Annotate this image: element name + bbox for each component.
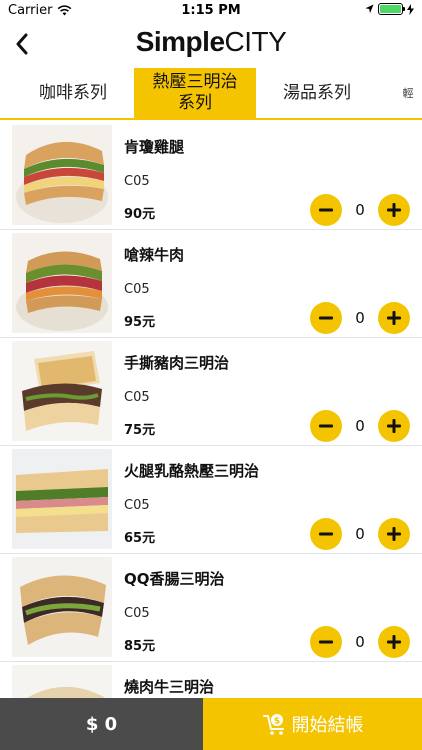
- checkout-label: 開始結帳: [291, 715, 364, 736]
- title-bold: Simple: [135, 26, 225, 57]
- quantity-value: 0: [355, 201, 365, 219]
- quantity-stepper: 0: [310, 194, 410, 226]
- minus-icon: [319, 424, 333, 428]
- location-arrow-icon: [365, 4, 374, 14]
- minus-button[interactable]: [310, 302, 342, 334]
- product-row[interactable]: 嗆辣牛肉 C05 95元 0: [0, 230, 422, 338]
- quantity-stepper: 0: [310, 302, 410, 334]
- status-right: [365, 3, 414, 15]
- minus-button[interactable]: [310, 626, 342, 658]
- plus-icon: [387, 527, 401, 541]
- cart-dollar-icon: $: [262, 714, 284, 735]
- app-logo-title: SimpleCITY: [0, 26, 422, 58]
- product-price: 85元: [124, 639, 156, 654]
- product-code: C05: [124, 498, 150, 513]
- charging-bolt-icon: [407, 3, 414, 15]
- product-list: 肯瓊雞腿 C05 90元 0 嗆辣牛肉 C05 95元 0 手撕豬肉三明治 C0…: [0, 122, 422, 698]
- product-price: 90元: [124, 207, 156, 222]
- tab-partial[interactable]: 輕: [398, 68, 418, 118]
- product-price: 65元: [124, 531, 156, 546]
- quantity-stepper: 0: [310, 410, 410, 442]
- plus-button[interactable]: [378, 626, 410, 658]
- plus-button[interactable]: [378, 194, 410, 226]
- product-code: C05: [124, 606, 150, 621]
- product-image: [12, 233, 112, 333]
- product-name: 手撕豬肉三明治: [124, 354, 230, 372]
- minus-button[interactable]: [310, 194, 342, 226]
- tab-label: 咖啡系列: [39, 82, 107, 103]
- svg-text:$: $: [273, 717, 279, 727]
- checkout-button[interactable]: $ 開始結帳: [203, 698, 422, 750]
- minus-icon: [319, 640, 333, 644]
- product-image: [12, 125, 112, 225]
- status-time: 1:15 PM: [181, 3, 241, 18]
- tab-pressed-sandwich[interactable]: 熱壓三明治 系列: [134, 68, 256, 118]
- nav-bar: SimpleCITY: [0, 22, 422, 66]
- tab-label: 熱壓三明治 系列: [152, 72, 238, 113]
- minus-icon: [319, 532, 333, 536]
- battery-icon: [378, 3, 405, 15]
- product-image: [12, 665, 112, 698]
- minus-button[interactable]: [310, 410, 342, 442]
- cart-total: $ 0: [0, 698, 203, 750]
- product-name: 火腿乳酪熱壓三明治: [124, 462, 260, 480]
- product-row[interactable]: 燒肉牛三明治: [0, 662, 422, 698]
- product-image: [12, 449, 112, 549]
- plus-icon: [387, 419, 401, 433]
- plus-button[interactable]: [378, 518, 410, 550]
- product-code: C05: [124, 282, 150, 297]
- quantity-stepper: 0: [310, 518, 410, 550]
- category-tabs: 咖啡系列 熱壓三明治 系列 湯品系列 輕: [0, 68, 422, 120]
- minus-icon: [319, 208, 333, 212]
- plus-icon: [387, 635, 401, 649]
- product-code: C05: [124, 174, 150, 189]
- product-price: 95元: [124, 315, 156, 330]
- tab-label: 湯品系列: [283, 82, 351, 103]
- product-row[interactable]: 火腿乳酪熱壓三明治 C05 65元 0: [0, 446, 422, 554]
- product-image: [12, 557, 112, 657]
- product-row[interactable]: 手撕豬肉三明治 C05 75元 0: [0, 338, 422, 446]
- plus-button[interactable]: [378, 410, 410, 442]
- product-name: 燒肉牛三明治: [124, 678, 215, 696]
- title-light: CITY: [224, 26, 287, 57]
- quantity-value: 0: [355, 417, 365, 435]
- tab-label: 輕: [402, 86, 414, 100]
- product-name: QQ香腸三明治: [124, 570, 225, 588]
- product-name: 肯瓊雞腿: [124, 138, 185, 156]
- status-bar: Carrier 1:15 PM: [0, 0, 422, 22]
- minus-button[interactable]: [310, 518, 342, 550]
- minus-icon: [319, 316, 333, 320]
- quantity-value: 0: [355, 525, 365, 543]
- product-name: 嗆辣牛肉: [124, 246, 185, 264]
- tab-soup[interactable]: 湯品系列: [256, 68, 378, 118]
- tab-coffee[interactable]: 咖啡系列: [12, 68, 134, 118]
- bottom-bar: $ 0 $ 開始結帳: [0, 698, 422, 750]
- quantity-value: 0: [355, 309, 365, 327]
- plus-button[interactable]: [378, 302, 410, 334]
- product-price: 75元: [124, 423, 156, 438]
- product-row[interactable]: QQ香腸三明治 C05 85元 0: [0, 554, 422, 662]
- plus-icon: [387, 203, 401, 217]
- product-code: C05: [124, 390, 150, 405]
- quantity-value: 0: [355, 633, 365, 651]
- product-image: [12, 341, 112, 441]
- quantity-stepper: 0: [310, 626, 410, 658]
- product-row[interactable]: 肯瓊雞腿 C05 90元 0: [0, 122, 422, 230]
- plus-icon: [387, 311, 401, 325]
